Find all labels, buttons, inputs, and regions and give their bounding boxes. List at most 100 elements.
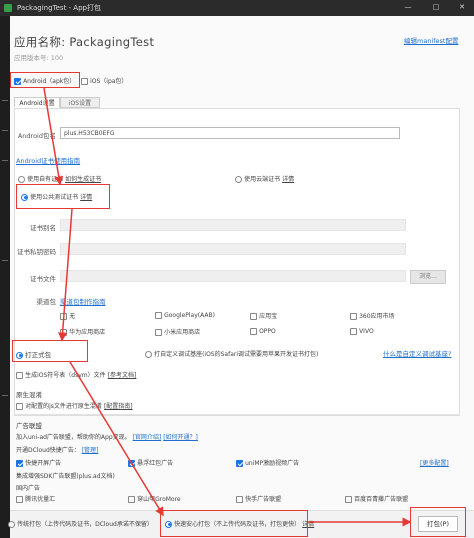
maximize-button[interactable]: □	[432, 3, 440, 12]
radio-unchecked-icon	[145, 350, 152, 358]
window-title: PackagingTest - App打包	[17, 4, 101, 12]
cloud-cert-detail-link[interactable]: 详情	[282, 176, 294, 183]
ios-platform-checkbox[interactable]: iOS（ipa包）	[81, 76, 127, 85]
formal-build-label: 打正式包	[25, 351, 52, 359]
native-obfuscation-title: 原生混淆	[16, 391, 42, 399]
ad-official-link[interactable]: [官网介绍]	[133, 434, 162, 441]
more-config-link[interactable]: [更多配置]	[420, 458, 449, 467]
cert-alias-label: 证书别名	[30, 224, 56, 232]
dsym-checkbox[interactable]: 生成iOS符号表（dsym）文件 [参考文档]	[16, 370, 136, 379]
native-obfuscation-checkbox[interactable]: 对配置的js文件进行原生混淆 [配置指南]	[16, 401, 133, 410]
checkbox-unchecked-icon	[155, 328, 162, 336]
custom-base-radio[interactable]: 打自定义调试基座(iOS的Safari调试需要用苹果开发证书打包)	[145, 349, 318, 358]
channel-label: 渠道包	[36, 298, 57, 306]
custom-base-help-link[interactable]: 什么是自定义调试基座?	[383, 348, 451, 358]
gutter-mark	[2, 160, 8, 161]
checkbox-unchecked-icon	[350, 327, 357, 335]
close-button[interactable]: ✕	[458, 3, 466, 12]
domestic-ad-checkbox[interactable]: 百度百青藤广告联盟	[345, 494, 408, 503]
cert-alias-input[interactable]	[60, 219, 406, 231]
gutter-mark	[2, 260, 8, 261]
checkbox-unchecked-icon	[128, 495, 135, 503]
formal-build-radio[interactable]: 打正式包	[16, 349, 51, 359]
domestic-ad-checkbox[interactable]: 腾讯优量汇	[16, 494, 55, 503]
cloud-cert-label: 使用云端证书	[244, 176, 281, 183]
channel-guide-link[interactable]: 渠道包制作指南	[60, 296, 106, 306]
domestic-ad-title: 国内广告	[16, 485, 41, 492]
own-cert-radio[interactable]: 使用自有证书 如何生成证书	[18, 174, 101, 183]
radio-unchecked-icon	[235, 175, 242, 183]
ad-redpacket-checkbox[interactable]: 悬浮红包广告	[128, 458, 173, 467]
android-platform-checkbox[interactable]: Android（apk包）	[14, 76, 75, 85]
how-generate-cert-link[interactable]: 如何生成证书	[65, 176, 101, 183]
checkbox-checked-icon	[14, 77, 21, 85]
traditional-pack-label: 传统打包（上传代码及证书，DCloud承诺不保留）	[17, 521, 153, 528]
checkbox-checked-icon	[236, 459, 243, 467]
ad-manage-link[interactable]: [管理]	[82, 447, 99, 454]
domestic-ad-checkbox[interactable]: 穿山甲GroMore	[128, 494, 181, 503]
ad-option-label: uniMP激励视频广告	[245, 460, 300, 467]
ad-video-checkbox[interactable]: uniMP激励视频广告	[236, 458, 299, 467]
pack-button[interactable]: 打包(P)	[418, 516, 458, 532]
cert-privkey-label: 证书私钥密码	[17, 248, 56, 256]
checkbox-unchecked-icon	[16, 402, 23, 410]
checkbox-unchecked-icon	[60, 312, 67, 320]
public-cert-detail-link[interactable]: 详情	[80, 194, 92, 201]
fast-pack-radio[interactable]: 快速安心打包（不上传代码及证书，打包更快） 详情	[165, 519, 314, 528]
minimize-button[interactable]: —	[404, 3, 412, 12]
channel-option[interactable]: 360应用市场	[350, 311, 395, 320]
dsym-label: 生成iOS符号表（dsym）文件	[25, 372, 106, 379]
channel-option[interactable]: 无	[60, 311, 75, 320]
fast-pack-detail-link[interactable]: 详情	[302, 521, 314, 528]
public-test-cert-radio[interactable]: 使用公共测试证书 详情	[21, 192, 92, 201]
ad-splash-checkbox[interactable]: 快捷开屏广告	[16, 458, 61, 467]
checkbox-checked-icon	[128, 459, 135, 467]
gutter-mark	[2, 395, 8, 396]
radio-checked-icon	[21, 193, 28, 201]
package-name-input[interactable]: plus.H53CB0EFG	[60, 127, 400, 139]
cert-file-input[interactable]	[60, 270, 406, 282]
edit-manifest-link[interactable]: 编辑manifest配置	[404, 35, 458, 45]
android-cert-guide-link[interactable]: Android证书使用指南	[16, 155, 80, 165]
checkbox-unchecked-icon	[81, 77, 88, 85]
package-name-label: Android包名	[17, 132, 56, 140]
traditional-pack-radio[interactable]: 传统打包（上传代码及证书，DCloud承诺不保留）	[8, 519, 153, 528]
ad-option-label: 悬浮红包广告	[137, 460, 174, 467]
radio-unchecked-icon	[18, 175, 25, 183]
checkbox-unchecked-icon	[16, 495, 23, 503]
browse-button[interactable]: 浏览...	[410, 270, 446, 284]
domestic-ad-checkbox[interactable]: 快手广告联盟	[236, 494, 281, 503]
channel-option[interactable]: VIVO	[350, 327, 374, 335]
tab-ios-settings[interactable]: iOS设置	[60, 97, 100, 108]
ad-option-label: 穿山甲GroMore	[137, 496, 181, 503]
checkbox-unchecked-icon	[155, 311, 162, 319]
checkbox-unchecked-icon	[250, 312, 257, 320]
tab-android-settings[interactable]: Android设置	[14, 97, 60, 108]
native-obfuscation-guide-link[interactable]: [配置指南]	[104, 403, 133, 410]
channel-option[interactable]: OPPO	[250, 327, 276, 335]
channel-option-label: 应用宝	[259, 313, 278, 320]
gutter-mark	[2, 100, 8, 101]
checkbox-checked-icon	[16, 459, 23, 467]
sdk-ad-title: 集成增强SDK广告联盟(plus.ad文档)	[16, 473, 115, 480]
channel-option-label: 无	[69, 313, 76, 320]
cert-privkey-input[interactable]	[60, 243, 406, 255]
radio-checked-icon	[165, 520, 172, 528]
dcloud-ad-line: 开通DCloud快捷广告： [管理]	[16, 445, 98, 454]
channel-option[interactable]: 应用宝	[250, 311, 277, 320]
ad-option-label: 快捷开屏广告	[25, 460, 62, 467]
cloud-cert-radio[interactable]: 使用云端证书 详情	[235, 174, 294, 183]
app-icon	[4, 4, 12, 12]
channel-option[interactable]: 小米应用商店	[155, 327, 200, 336]
dsym-doc-link[interactable]: [参考文档]	[108, 372, 137, 379]
channel-option-label: 360应用市场	[359, 313, 395, 320]
ad-alliance-desc-text: 加入uni-ad广告联盟，帮助你的App变现。	[16, 434, 131, 441]
channel-option[interactable]: 华为应用商店	[60, 327, 105, 336]
ad-apply-link[interactable]: [如何开通？]	[163, 434, 198, 441]
ad-alliance-desc: 加入uni-ad广告联盟，帮助你的App变现。 [官网介绍] [如何开通？]	[16, 432, 198, 441]
ad-option-label: 百度百青藤广告联盟	[354, 496, 409, 503]
ios-platform-label: iOS（ipa包）	[90, 78, 128, 85]
channel-option[interactable]: GooglePlay(AAB)	[155, 311, 215, 319]
channel-option-label: GooglePlay(AAB)	[164, 312, 215, 319]
channel-option-label: OPPO	[259, 328, 276, 335]
